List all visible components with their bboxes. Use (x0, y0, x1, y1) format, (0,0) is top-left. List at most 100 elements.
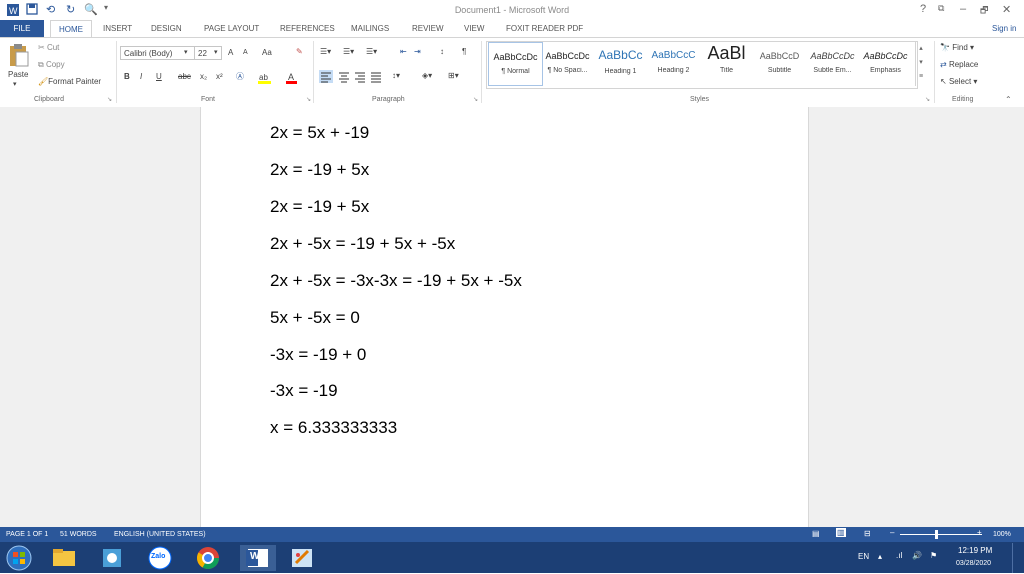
find-button[interactable]: 🔭 Find ▾ (940, 43, 974, 52)
align-center-icon[interactable] (337, 70, 351, 85)
show-hidden-icons-icon[interactable]: ▴ (878, 552, 882, 561)
zoom-out-button[interactable]: – (890, 528, 894, 537)
clipboard-launcher-icon[interactable]: ↘ (107, 96, 112, 103)
paragraph-launcher-icon[interactable]: ↘ (473, 96, 478, 103)
print-layout-icon[interactable]: ▥ (836, 528, 846, 537)
strikethrough-button[interactable]: abc (178, 72, 191, 81)
equation-line[interactable]: 2x + -5x = -3x-3x = -19 + 5x + -5x (270, 271, 522, 291)
clock-date[interactable]: 03/28/2020 (956, 560, 991, 567)
equation-line[interactable]: 2x + -5x = -19 + 5x + -5x (270, 234, 455, 254)
tab-insert[interactable]: INSERT (103, 24, 132, 33)
font-size-dropdown-icon[interactable]: ▾ (214, 48, 218, 56)
shading-icon[interactable]: ◈▾ (422, 71, 432, 80)
action-center-icon[interactable]: ⚑ (930, 551, 937, 560)
highlight-color-icon[interactable]: ab (258, 71, 272, 84)
tab-home[interactable]: HOME (50, 20, 92, 38)
decrease-indent-icon[interactable]: ⇤ (400, 47, 407, 56)
web-layout-icon[interactable]: ⊟ (864, 529, 871, 538)
collapse-ribbon-icon[interactable]: ⌃ (1005, 95, 1012, 104)
tab-foxit-reader-pdf[interactable]: FOXIT READER PDF (506, 24, 583, 33)
clock-time[interactable]: 12:19 PM (958, 546, 992, 555)
ribbon-display-options-icon[interactable]: ⧉ (938, 3, 944, 14)
font-launcher-icon[interactable]: ↘ (306, 96, 311, 103)
tab-review[interactable]: REVIEW (412, 24, 444, 33)
line-spacing-icon[interactable]: ↕▾ (392, 71, 400, 80)
tab-page-layout[interactable]: PAGE LAYOUT (204, 24, 259, 33)
numbering-icon[interactable]: ☰▾ (343, 47, 354, 56)
copy-button[interactable]: ⧉ Copy (38, 60, 65, 70)
select-button[interactable]: ↖ Select ▾ (940, 77, 977, 86)
zoom-slider-thumb[interactable] (935, 530, 938, 539)
borders-icon[interactable]: ⊞▾ (448, 71, 459, 80)
replace-button[interactable]: ⇄ Replace (940, 60, 978, 69)
show-hide-icon[interactable]: ¶ (462, 47, 466, 56)
sort-icon[interactable]: ↕ (440, 47, 444, 56)
paint-icon[interactable] (288, 545, 324, 571)
multilevel-list-icon[interactable]: ☰▾ (366, 47, 377, 56)
equation-line[interactable]: -3x = -19 (270, 381, 338, 401)
paste-button[interactable]: Paste (8, 70, 28, 79)
read-mode-icon[interactable]: ▤ (812, 529, 820, 538)
align-left-icon[interactable] (319, 70, 333, 83)
clear-formatting-icon[interactable]: ✎ (296, 47, 303, 56)
equation-line[interactable]: 5x + -5x = 0 (270, 308, 360, 328)
styles-scroll[interactable]: ▴ ▾ ≡ (915, 42, 926, 86)
equation-line[interactable]: 2x = -19 + 5x (270, 197, 369, 217)
font-color-icon[interactable]: A (286, 71, 298, 84)
increase-indent-icon[interactable]: ⇥ (414, 47, 421, 56)
style-heading-1[interactable]: AaBbCc Heading 1 (594, 42, 647, 84)
equation-line[interactable]: -3x = -19 + 0 (270, 345, 366, 365)
start-button-icon[interactable] (5, 544, 33, 574)
equation-line[interactable]: 2x = -19 + 5x (270, 160, 369, 180)
paste-icon[interactable] (8, 42, 30, 70)
file-explorer-icon[interactable] (50, 545, 86, 571)
cut-button[interactable]: ✂ Cut (38, 43, 59, 52)
equation-line[interactable]: 2x = 5x + -19 (270, 123, 369, 143)
tab-view[interactable]: VIEW (464, 24, 484, 33)
volume-icon[interactable]: 🔊 (912, 551, 922, 560)
text-effects-icon[interactable]: Ⓐ (236, 71, 244, 82)
subscript-button[interactable]: x₂ (200, 72, 207, 81)
help-button[interactable]: ? (920, 3, 926, 15)
tab-design[interactable]: DESIGN (151, 24, 182, 33)
align-right-icon[interactable] (353, 70, 367, 85)
underline-button[interactable]: U (156, 72, 162, 81)
bold-button[interactable]: B (124, 72, 130, 81)
format-painter-button[interactable]: 🖌Format Painter (38, 77, 101, 86)
tab-references[interactable]: REFERENCES (280, 24, 335, 33)
style-subtitle[interactable]: AaBbCcD Subtitle (753, 42, 806, 84)
language-bar[interactable]: EN (858, 552, 869, 561)
bullets-icon[interactable]: ☰▾ (320, 47, 331, 56)
media-player-icon[interactable] (98, 545, 134, 571)
paste-dropdown-icon[interactable]: ▾ (13, 80, 17, 88)
network-icon[interactable]: .ıl (896, 551, 902, 560)
italic-button[interactable]: I (140, 72, 142, 81)
style-no-spacing[interactable]: AaBbCcDc ¶ No Spaci... (541, 42, 594, 84)
style-normal[interactable]: AaBbCcDc ¶ Normal (488, 42, 543, 86)
superscript-button[interactable]: x² (216, 72, 223, 81)
zoom-in-button[interactable]: + (977, 528, 982, 537)
zoom-level[interactable]: 100% (993, 531, 1011, 538)
grow-font-button[interactable]: A (228, 48, 233, 57)
show-desktop-button[interactable] (1012, 543, 1024, 573)
font-name-dropdown-icon[interactable]: ▾ (184, 48, 188, 56)
style-subtle-emphasis[interactable]: AaBbCcDc Subtle Em... (806, 42, 859, 84)
chrome-icon[interactable] (194, 545, 230, 571)
page-count[interactable]: PAGE 1 OF 1 (6, 531, 48, 538)
shrink-font-button[interactable]: A (243, 49, 248, 56)
minimize-button[interactable]: – (960, 3, 966, 15)
close-button[interactable]: ✕ (1002, 3, 1011, 16)
zoom-slider[interactable] (900, 534, 982, 535)
style-heading-2[interactable]: AaBbCcC Heading 2 (647, 42, 700, 84)
language-indicator[interactable]: ENGLISH (UNITED STATES) (114, 531, 206, 538)
sign-in-link[interactable]: Sign in (992, 24, 1016, 33)
tab-mailings[interactable]: MAILINGS (351, 24, 389, 33)
change-case-button[interactable]: Aa (262, 48, 272, 57)
style-emphasis[interactable]: AaBbCcDc Emphasis (859, 42, 912, 84)
tab-file[interactable]: FILE (0, 20, 44, 37)
restore-button[interactable]: 🗗 (980, 3, 988, 19)
equation-line[interactable]: x = 6.333333333 (270, 418, 397, 438)
word-count[interactable]: 51 WORDS (60, 531, 97, 538)
styles-launcher-icon[interactable]: ↘ (925, 96, 930, 103)
justify-icon[interactable] (369, 70, 383, 85)
